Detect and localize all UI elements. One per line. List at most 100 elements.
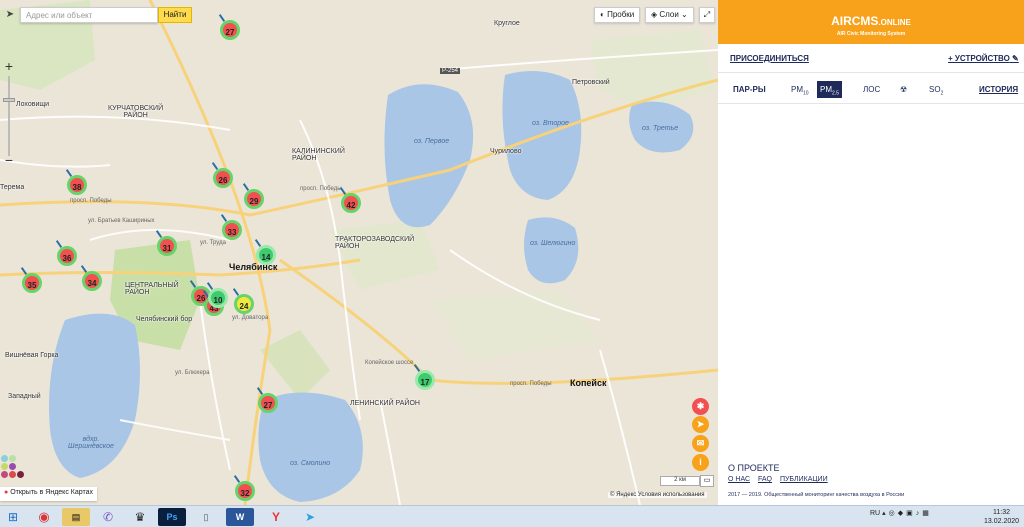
map-area[interactable]: КУРЧАТОВСКИЙ РАЙОН КАЛИНИНСКИЙ РАЙОН Чел… bbox=[0, 0, 718, 505]
label-leninsky: ЛЕНИНСКИЙ РАЙОН bbox=[350, 400, 420, 407]
sensor-marker[interactable]: 24 bbox=[234, 294, 254, 314]
sensor-marker[interactable]: 38 bbox=[67, 175, 87, 195]
tab-radiation[interactable]: ☢ bbox=[897, 81, 910, 98]
file-explorer-icon[interactable]: ▤ bbox=[62, 508, 90, 526]
taskbar: ⊞ ◉ ▤ ✆ ♛ Ps ▯ W Y ➤ RU ▴◎◆▣♪▦ 11:32 13.0… bbox=[0, 505, 1024, 527]
open-in-yandex-link[interactable]: ● Открыть в Яндекс Картах bbox=[0, 487, 98, 501]
chevron-down-icon: ⌄ bbox=[678, 10, 688, 19]
tab-los[interactable]: ЛОС bbox=[860, 81, 883, 98]
telegram-taskbar-icon[interactable]: ➤ bbox=[296, 508, 324, 526]
sensor-marker[interactable]: 14 bbox=[256, 245, 276, 265]
about-us-link[interactable]: О НАС bbox=[728, 476, 750, 483]
tab-pm10[interactable]: PM10 bbox=[788, 81, 812, 98]
document-icon[interactable]: ▯ bbox=[192, 508, 220, 526]
label-kopeisk: Копейск bbox=[570, 378, 607, 388]
start-button[interactable]: ⊞ bbox=[2, 508, 24, 526]
divider bbox=[718, 103, 1024, 104]
history-link[interactable]: ИСТОРИЯ bbox=[976, 81, 1021, 98]
word-icon[interactable]: W bbox=[226, 508, 254, 526]
info-icon[interactable]: i bbox=[692, 454, 709, 471]
viber-icon[interactable]: ✆ bbox=[94, 508, 122, 526]
sensor-marker[interactable]: 33 bbox=[222, 220, 242, 240]
sensor-marker[interactable]: 36 bbox=[57, 246, 77, 266]
publications-link[interactable]: ПУБЛИКАЦИИ bbox=[780, 476, 828, 483]
label-zapadny: Западный bbox=[8, 393, 41, 400]
label-kruglove: Круглое bbox=[494, 20, 520, 27]
parameter-tabs: ПАР-РЫ PM10 PM2.5 ЛОС ☢ SO2 ИСТОРИЯ bbox=[730, 81, 1020, 99]
brand-logo[interactable]: AIRCMS.ONLINE bbox=[718, 14, 1024, 28]
label-route-p254: Р-254 bbox=[440, 68, 461, 74]
app-icon[interactable]: ♛ bbox=[126, 508, 154, 526]
label-petrovsky: Петровский bbox=[572, 79, 610, 86]
layers-button[interactable]: ◈ Слои ⌄ bbox=[645, 7, 694, 23]
sensor-marker[interactable]: 17 bbox=[415, 370, 435, 390]
label-central: ЦЕНТРАЛЬНЫЙ РАЙОН bbox=[125, 282, 179, 296]
faq-link[interactable]: FAQ bbox=[758, 476, 772, 483]
copyright-text[interactable]: © Яндекс Условия использования bbox=[608, 492, 707, 498]
yandex-browser-icon[interactable]: Y bbox=[262, 508, 290, 526]
label-road-kashirinyh: ул. Братьев Кашириных bbox=[88, 218, 155, 224]
radiation-icon: ☢ bbox=[900, 85, 908, 94]
map-pin-icon: ● bbox=[4, 489, 9, 496]
label-lake-trete: оз. Третье bbox=[642, 125, 679, 132]
label-vishnevaya: Вишнёвая Горка bbox=[5, 352, 59, 359]
ruler-icon[interactable]: ▭ bbox=[700, 475, 714, 487]
fullscreen-button[interactable]: ⤢ bbox=[699, 7, 715, 23]
legend-dot bbox=[9, 471, 16, 478]
sensor-marker[interactable]: 35 bbox=[22, 273, 42, 293]
share-icon[interactable]: ✱ bbox=[692, 398, 709, 415]
zoom-control: + − bbox=[2, 58, 16, 168]
sensor-marker[interactable]: 27 bbox=[258, 393, 278, 413]
legend-dot bbox=[1, 455, 8, 462]
label-tokovishchi: Лоховищи bbox=[16, 101, 50, 108]
legend-dot bbox=[9, 463, 16, 470]
label-kalininsky: КАЛИНИНСКИЙ РАЙОН bbox=[292, 148, 345, 162]
label-road-kopeiskoe: Копейское шоссе bbox=[365, 360, 414, 366]
label-bor: Челябинский бор bbox=[136, 316, 193, 323]
label-kurchatovsky: КУРЧАТОВСКИЙ РАЙОН bbox=[108, 105, 164, 119]
label-terema: Терема bbox=[0, 184, 25, 191]
sensor-marker[interactable]: 32 bbox=[235, 481, 255, 501]
label-lake-smolino: оз. Смолино bbox=[290, 460, 331, 467]
label-lake-pervoe: оз. Первое bbox=[414, 138, 450, 145]
chrome-icon[interactable]: ◉ bbox=[30, 508, 58, 526]
mail-icon[interactable]: ✉ bbox=[692, 435, 709, 452]
zoom-slider-handle[interactable] bbox=[3, 98, 15, 102]
zoom-slider-track[interactable] bbox=[8, 76, 10, 156]
join-link[interactable]: ПРИСОЕДИНИТЬСЯ bbox=[730, 54, 809, 63]
sensor-marker[interactable]: 10 bbox=[208, 288, 228, 308]
params-label: ПАР-РЫ bbox=[733, 85, 766, 94]
label-road-dovatora: ул. Доватора bbox=[232, 315, 269, 321]
language-indicator[interactable]: RU bbox=[870, 510, 880, 517]
tab-pm25[interactable]: PM2.5 bbox=[817, 81, 842, 98]
add-device-link[interactable]: + УСТРОЙСТВО ✎ bbox=[948, 54, 1019, 63]
tab-so2[interactable]: SO2 bbox=[926, 81, 946, 98]
zoom-in-button[interactable]: + bbox=[2, 59, 16, 74]
label-lake-shelyugino: оз. Шелюгино bbox=[530, 240, 576, 247]
sensor-marker[interactable]: 27 bbox=[220, 20, 240, 40]
search-input[interactable]: Адрес или объект bbox=[20, 7, 158, 23]
label-traktorozavodsky: ТРАКТОРОЗАВОДСКИЙ РАЙОН bbox=[335, 236, 415, 250]
zoom-out-button[interactable]: − bbox=[2, 153, 16, 168]
tray-icons[interactable]: ▴◎◆▣♪▦ bbox=[882, 510, 932, 517]
about-links: О НАС FAQ ПУБЛИКАЦИИ bbox=[728, 476, 834, 483]
geolocation-icon[interactable]: ➤ bbox=[3, 8, 17, 22]
label-reservoir-shershni: вдхр. Шершнёвское bbox=[68, 436, 114, 450]
sensor-marker[interactable]: 34 bbox=[82, 271, 102, 291]
sensor-marker[interactable]: 42 bbox=[341, 193, 361, 213]
footer-text: 2017 — 2019. Общественный мониторинг кач… bbox=[728, 492, 905, 498]
legend-dot bbox=[9, 455, 16, 462]
sensor-marker[interactable]: 26 bbox=[213, 168, 233, 188]
sensor-marker[interactable]: 29 bbox=[244, 189, 264, 209]
photoshop-icon[interactable]: Ps bbox=[158, 508, 186, 526]
about-title: О ПРОЕКТЕ bbox=[728, 463, 780, 473]
side-panel: AIRCMS.ONLINE AIR Civic Monitoring Syste… bbox=[718, 0, 1024, 505]
label-lake-vtoroe: оз. Второе bbox=[532, 120, 569, 127]
sensor-marker[interactable]: 31 bbox=[157, 236, 177, 256]
map-background bbox=[0, 0, 718, 505]
legend-dot bbox=[1, 471, 8, 478]
telegram-icon[interactable]: ➤ bbox=[692, 416, 709, 433]
clock[interactable]: 11:32 13.02.2020 bbox=[984, 508, 1019, 526]
traffic-button[interactable]: ◐ Пробки bbox=[594, 7, 641, 23]
find-button[interactable]: Найти bbox=[158, 7, 192, 23]
